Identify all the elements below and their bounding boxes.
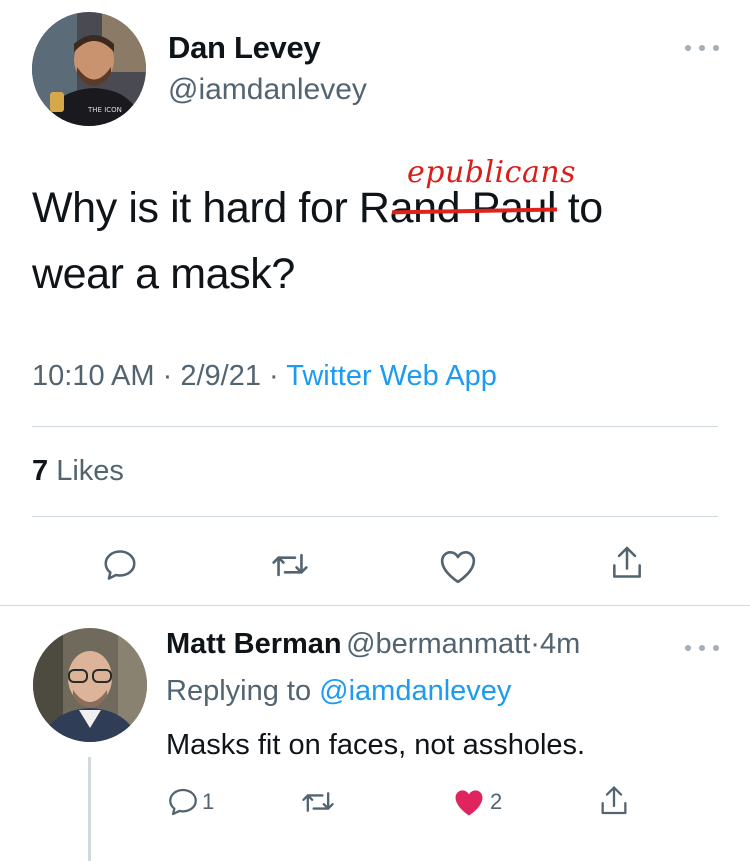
reply-icon[interactable] [101, 546, 139, 584]
tweet-text-line-2: wear a mask? [32, 250, 295, 298]
reply-author-handle[interactable]: @bermanmatt [346, 628, 530, 660]
likes-label: Likes [56, 455, 124, 487]
section-divider [0, 605, 750, 606]
thread-line [88, 757, 91, 861]
divider [32, 426, 718, 427]
tweet-text-line-1: Why is it hard for Rand Paul to [32, 175, 722, 241]
reply-action-retweet[interactable] [300, 786, 336, 818]
author-name[interactable]: Dan Levey [168, 30, 321, 66]
reply-header: Matt Berman @bermanmatt·4m [166, 628, 580, 661]
retweet-icon[interactable] [270, 547, 310, 583]
share-icon[interactable] [608, 543, 646, 583]
likes-number: 7 [32, 455, 49, 487]
tweet-text: Why is it hard for Rand Paul to wear a m… [32, 175, 722, 307]
share-icon[interactable] [597, 783, 631, 819]
like-icon[interactable] [438, 547, 478, 585]
author-handle[interactable]: @iamdanlevey [168, 73, 367, 107]
more-options-icon[interactable] [682, 40, 722, 56]
replying-to: Replying to @iamdanlevey [166, 675, 511, 708]
author-avatar-image: THE ICON [32, 12, 146, 126]
author-avatar[interactable]: THE ICON [32, 12, 146, 126]
reply-action-reply[interactable]: 1 [166, 785, 214, 819]
reply-author-name[interactable]: Matt Berman [166, 628, 342, 660]
like-count: 2 [490, 789, 503, 814]
reply-action-like[interactable]: 2 [452, 786, 502, 818]
reply-more-options-icon[interactable] [682, 640, 722, 656]
tweet-date[interactable]: 2/9/21 [180, 360, 261, 392]
struck-out-text: and Paul [390, 175, 557, 241]
reply-icon[interactable] [166, 785, 200, 819]
meta-separator: · [269, 360, 279, 392]
reply-separator: · [530, 628, 540, 660]
tweet-text-before: Why is it hard for R [32, 184, 390, 232]
tweet-metadata: 10:10 AM · 2/9/21 · Twitter Web App [32, 360, 497, 393]
replying-to-prefix: Replying to [166, 675, 320, 707]
retweet-icon[interactable] [300, 786, 336, 818]
reply-action-share[interactable] [597, 783, 631, 819]
svg-text:THE ICON: THE ICON [87, 106, 122, 114]
tweet-source[interactable]: Twitter Web App [286, 360, 497, 392]
replying-to-mention[interactable]: @iamdanlevey [319, 675, 511, 707]
reply-count: 1 [202, 789, 215, 814]
divider [32, 516, 718, 517]
likes-count[interactable]: 7 Likes [32, 455, 124, 488]
reply-author-avatar[interactable] [33, 628, 147, 742]
reply-text: Masks fit on faces, not assholes. [166, 729, 586, 761]
tweet-text-after: to [556, 184, 603, 232]
meta-separator: · [162, 360, 173, 392]
tweet-time[interactable]: 10:10 AM [32, 360, 155, 392]
reply-time[interactable]: 4m [540, 628, 580, 660]
liked-heart-icon[interactable] [452, 786, 486, 818]
reply-author-avatar-image [33, 628, 147, 742]
